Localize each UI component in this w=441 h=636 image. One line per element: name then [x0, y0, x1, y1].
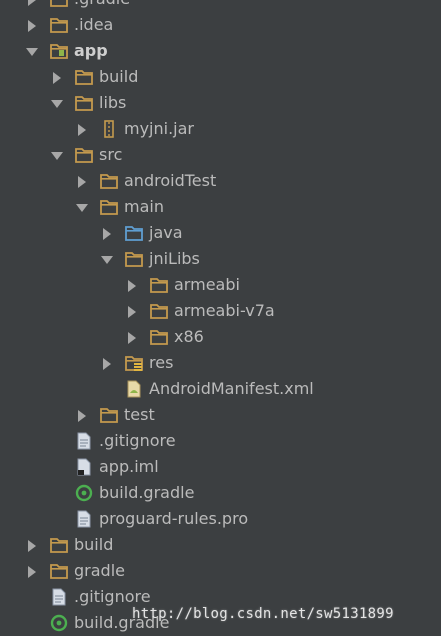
tree-item-label: build: [74, 535, 114, 554]
tree-item-gradle[interactable]: gradle: [0, 558, 441, 584]
collapse-arrow-right-icon[interactable]: [25, 0, 39, 6]
tree-item-gitignore[interactable]: .gitignore: [0, 428, 441, 454]
tree-item-label: armeabi-v7a: [174, 301, 275, 320]
expand-arrow-down-icon[interactable]: [25, 44, 39, 58]
tree-item-label: main: [124, 197, 164, 216]
tree-item-label: app: [74, 41, 108, 60]
collapse-arrow-right-icon[interactable]: [25, 18, 39, 32]
expand-arrow-down-icon[interactable]: [100, 252, 114, 266]
tree-item-gradle[interactable]: .gradle: [0, 0, 441, 12]
collapse-arrow-right-icon[interactable]: [125, 330, 139, 344]
tree-item-label: gradle: [74, 561, 125, 580]
tree-item-label: androidTest: [124, 171, 217, 190]
tree-item-build[interactable]: build: [0, 532, 441, 558]
folder-icon: [125, 250, 143, 268]
tree-item-armeabi[interactable]: armeabi: [0, 272, 441, 298]
collapse-arrow-right-icon[interactable]: [25, 564, 39, 578]
folder-icon: [75, 68, 93, 86]
tree-item-res[interactable]: res: [0, 350, 441, 376]
tree-item-label: .gradle: [74, 0, 130, 10]
tree-item-build-gradle[interactable]: build.gradle: [0, 480, 441, 506]
tree-item-androidtest[interactable]: androidTest: [0, 168, 441, 194]
folder-icon: [75, 94, 93, 112]
tree-item-idea[interactable]: .idea: [0, 12, 441, 38]
tree-item-label: proguard-rules.pro: [99, 509, 249, 528]
tree-item-label: armeabi: [174, 275, 240, 294]
tree-item-libs[interactable]: libs: [0, 90, 441, 116]
tree-item-x86[interactable]: x86: [0, 324, 441, 350]
tree-item-label: java: [149, 223, 183, 242]
text-file-icon: [75, 432, 93, 450]
tree-item-build[interactable]: build: [0, 64, 441, 90]
folder-icon: [50, 16, 68, 34]
tree-item-label: build: [99, 67, 139, 86]
tree-item-label: x86: [174, 327, 204, 346]
folder-icon: [100, 198, 118, 216]
collapse-arrow-right-icon[interactable]: [100, 356, 114, 370]
module-folder-icon: [50, 42, 68, 60]
tree-item-label: src: [99, 145, 123, 164]
folder-icon: [150, 302, 168, 320]
tree-item-androidmanifest-xml[interactable]: AndroidManifest.xml: [0, 376, 441, 402]
project-tree: .gradle .idea app build libs myjni.jarsrcandr…: [0, 0, 441, 636]
folder-icon: [75, 146, 93, 164]
folder-icon: [50, 562, 68, 580]
collapse-arrow-right-icon[interactable]: [125, 304, 139, 318]
tree-item-label: jniLibs: [149, 249, 200, 268]
watermark-url: http://blog.csdn.net/sw5131899: [132, 606, 394, 622]
expand-arrow-down-icon[interactable]: [50, 148, 64, 162]
tree-item-test[interactable]: test: [0, 402, 441, 428]
collapse-arrow-right-icon[interactable]: [125, 278, 139, 292]
folder-icon: [50, 0, 68, 8]
gradle-icon: [50, 614, 68, 632]
folder-icon: [100, 172, 118, 190]
tree-item-src[interactable]: src: [0, 142, 441, 168]
tree-item-label: libs: [99, 93, 127, 112]
collapse-arrow-right-icon[interactable]: [75, 174, 89, 188]
folder-icon: [50, 536, 68, 554]
folder-icon: [150, 276, 168, 294]
tree-item-label: res: [149, 353, 174, 372]
tree-item-label: .idea: [74, 15, 114, 34]
collapse-arrow-right-icon[interactable]: [75, 122, 89, 136]
collapse-arrow-right-icon[interactable]: [75, 408, 89, 422]
jar-icon: [100, 120, 118, 138]
iml-file-icon: [75, 458, 93, 476]
tree-item-proguard-rules-pro[interactable]: proguard-rules.pro: [0, 506, 441, 532]
expand-arrow-down-icon[interactable]: [50, 96, 64, 110]
tree-item-armeabi-v7a[interactable]: armeabi-v7a: [0, 298, 441, 324]
tree-item-app-iml[interactable]: app.iml: [0, 454, 441, 480]
text-file-icon: [75, 510, 93, 528]
text-file-icon: [50, 588, 68, 606]
tree-item-myjni-jar[interactable]: myjni.jar: [0, 116, 441, 142]
tree-item-java[interactable]: java: [0, 220, 441, 246]
collapse-arrow-right-icon[interactable]: [50, 70, 64, 84]
tree-item-main[interactable]: main: [0, 194, 441, 220]
folder-icon: [100, 406, 118, 424]
collapse-arrow-right-icon[interactable]: [100, 226, 114, 240]
tree-item-label: myjni.jar: [124, 119, 194, 138]
gradle-icon: [75, 484, 93, 502]
tree-item-jnilibs[interactable]: jniLibs: [0, 246, 441, 272]
tree-item-label: test: [124, 405, 155, 424]
tree-item-app[interactable]: app: [0, 38, 441, 64]
tree-item-label: build.gradle: [99, 483, 195, 502]
collapse-arrow-right-icon[interactable]: [25, 538, 39, 552]
tree-item-label: .gitignore: [74, 587, 151, 606]
tree-item-label: app.iml: [99, 457, 159, 476]
expand-arrow-down-icon[interactable]: [75, 200, 89, 214]
source-folder-icon: [125, 224, 143, 242]
tree-item-label: AndroidManifest.xml: [149, 379, 314, 398]
manifest-icon: [125, 380, 143, 398]
resource-folder-icon: [125, 354, 143, 372]
folder-icon: [150, 328, 168, 346]
tree-item-label: .gitignore: [99, 431, 176, 450]
